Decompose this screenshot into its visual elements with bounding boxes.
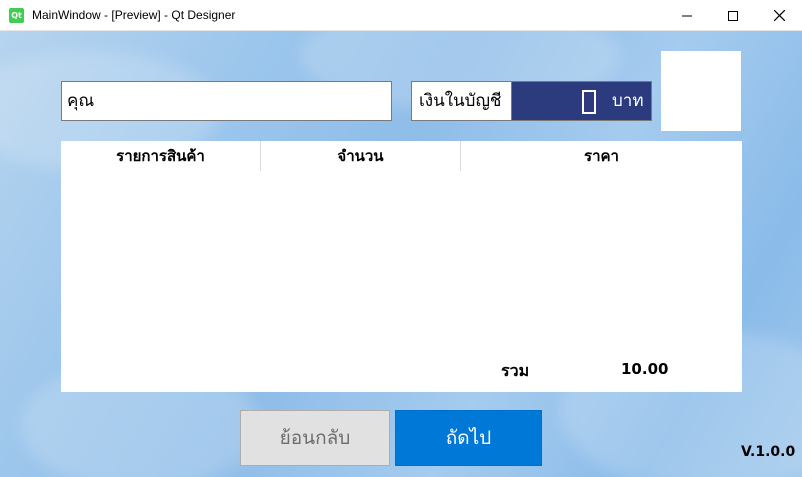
close-button[interactable]: [756, 0, 802, 31]
balance-label: เงินในบัญชี: [411, 81, 511, 121]
column-header-item[interactable]: รายการสินค้า: [61, 141, 261, 171]
balance-unit: บาท: [612, 91, 644, 111]
maximize-button[interactable]: [710, 0, 756, 31]
close-icon: [773, 10, 785, 21]
next-button[interactable]: ถัดไป: [395, 410, 542, 466]
main-window-content: คุณ เงินในบัญชี 0 บาท รายการสินค้า จำนวน…: [0, 31, 802, 477]
order-table[interactable]: รายการสินค้า จำนวน ราคา รวม 10.00: [61, 141, 742, 392]
title-bar: Qt MainWindow - [Preview] - Qt Designer: [0, 0, 802, 31]
back-button[interactable]: ย้อนกลับ: [240, 410, 390, 466]
balance-value: 0: [582, 90, 596, 114]
maximize-icon: [728, 10, 738, 21]
customer-name-field[interactable]: คุณ: [61, 81, 392, 121]
minimize-icon: [682, 15, 692, 16]
balance-lcd-display: 0 บาท: [511, 81, 652, 121]
total-label: รวม: [501, 361, 530, 380]
qt-logo-icon: Qt: [9, 8, 24, 23]
minimize-button[interactable]: [664, 0, 710, 31]
window-title: MainWindow - [Preview] - Qt Designer: [32, 8, 236, 22]
column-header-price[interactable]: ราคา: [461, 141, 742, 171]
total-value: 10.00: [621, 360, 669, 378]
photo-placeholder: [661, 51, 741, 131]
column-header-quantity[interactable]: จำนวน: [261, 141, 461, 171]
version-label: V.1.0.0: [741, 444, 796, 460]
